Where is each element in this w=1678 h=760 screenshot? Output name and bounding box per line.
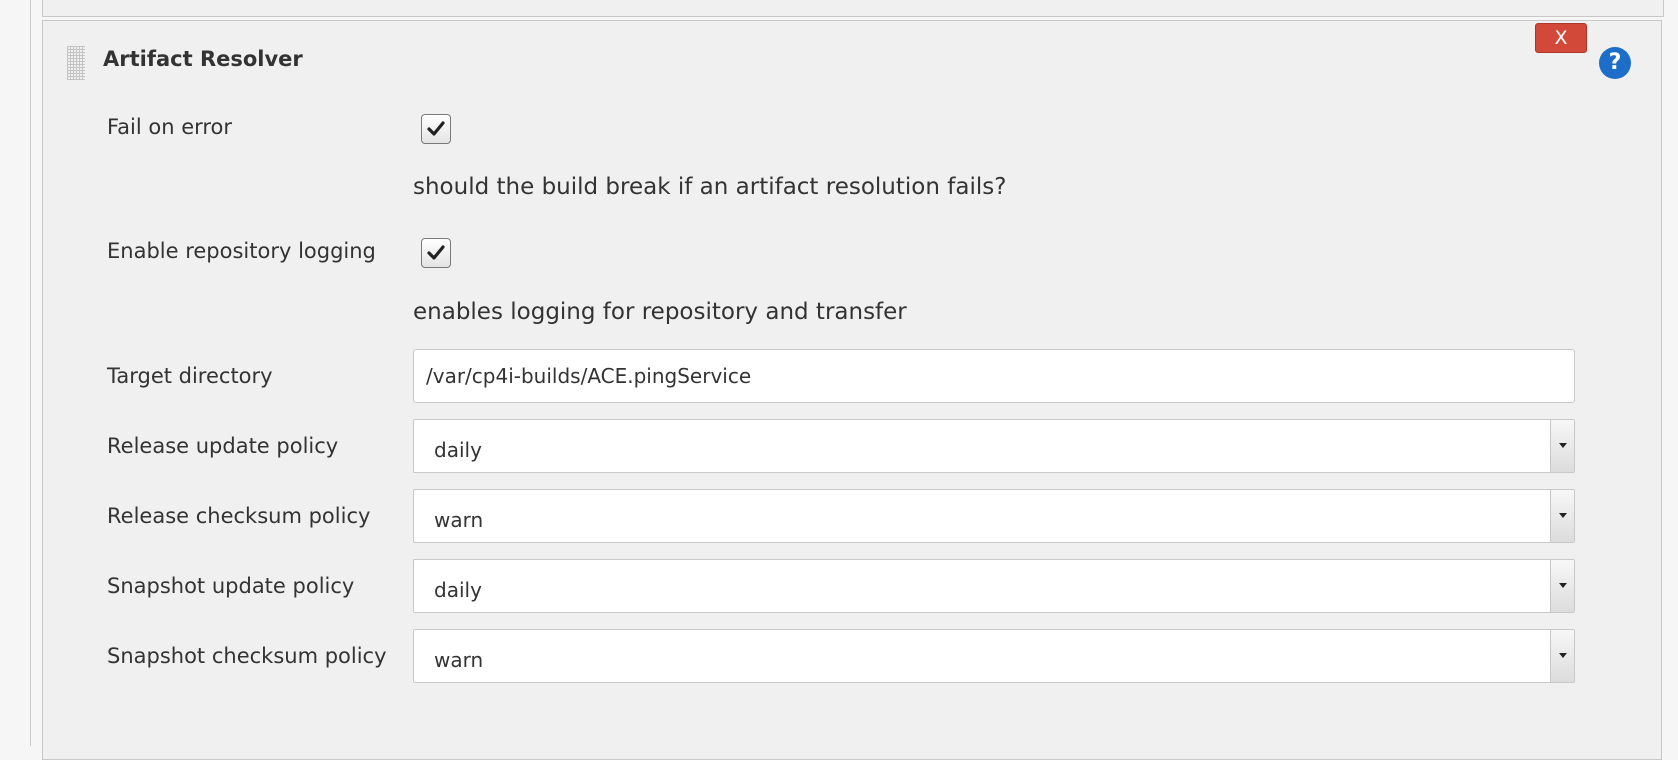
checkmark-icon xyxy=(427,121,445,136)
drag-handle-icon[interactable] xyxy=(67,46,85,80)
snapshot-update-policy-select[interactable]: daily xyxy=(413,559,1575,613)
repo-logging-help: enables logging for repository and trans… xyxy=(413,299,907,325)
delete-button[interactable]: X xyxy=(1535,23,1587,53)
artifact-resolver-panel: Artifact Resolver X ? Fail on error shou… xyxy=(42,20,1662,760)
fail-on-error-label: Fail on error xyxy=(107,115,233,139)
repo-logging-checkbox[interactable] xyxy=(421,238,451,268)
target-directory-input[interactable]: /var/cp4i-builds/ACE.pingService xyxy=(413,349,1575,403)
select-value: warn xyxy=(434,648,484,672)
release-checksum-policy-select[interactable]: warn xyxy=(413,489,1575,543)
previous-section-panel xyxy=(42,0,1664,17)
release-checksum-policy-label: Release checksum policy xyxy=(107,504,371,528)
help-icon[interactable]: ? xyxy=(1599,47,1631,79)
fail-on-error-help: should the build break if an artifact re… xyxy=(413,174,1007,200)
release-update-policy-select[interactable]: daily xyxy=(413,419,1575,473)
release-update-policy-label: Release update policy xyxy=(107,434,339,458)
dropdown-arrow-icon[interactable] xyxy=(1550,560,1574,612)
snapshot-update-policy-label: Snapshot update policy xyxy=(107,574,355,598)
page-border-line xyxy=(30,0,31,746)
select-value: daily xyxy=(434,578,482,602)
checkmark-icon xyxy=(427,245,445,260)
fail-on-error-checkbox[interactable] xyxy=(421,114,451,144)
snapshot-checksum-policy-label: Snapshot checksum policy xyxy=(107,644,387,668)
select-value: warn xyxy=(434,508,484,532)
select-value: daily xyxy=(434,438,482,462)
panel-title: Artifact Resolver xyxy=(103,47,303,71)
dropdown-arrow-icon[interactable] xyxy=(1550,420,1574,472)
dropdown-arrow-icon[interactable] xyxy=(1550,630,1574,682)
repo-logging-label: Enable repository logging xyxy=(107,239,376,263)
target-directory-label: Target directory xyxy=(107,364,273,388)
dropdown-arrow-icon[interactable] xyxy=(1550,490,1574,542)
snapshot-checksum-policy-select[interactable]: warn xyxy=(413,629,1575,683)
